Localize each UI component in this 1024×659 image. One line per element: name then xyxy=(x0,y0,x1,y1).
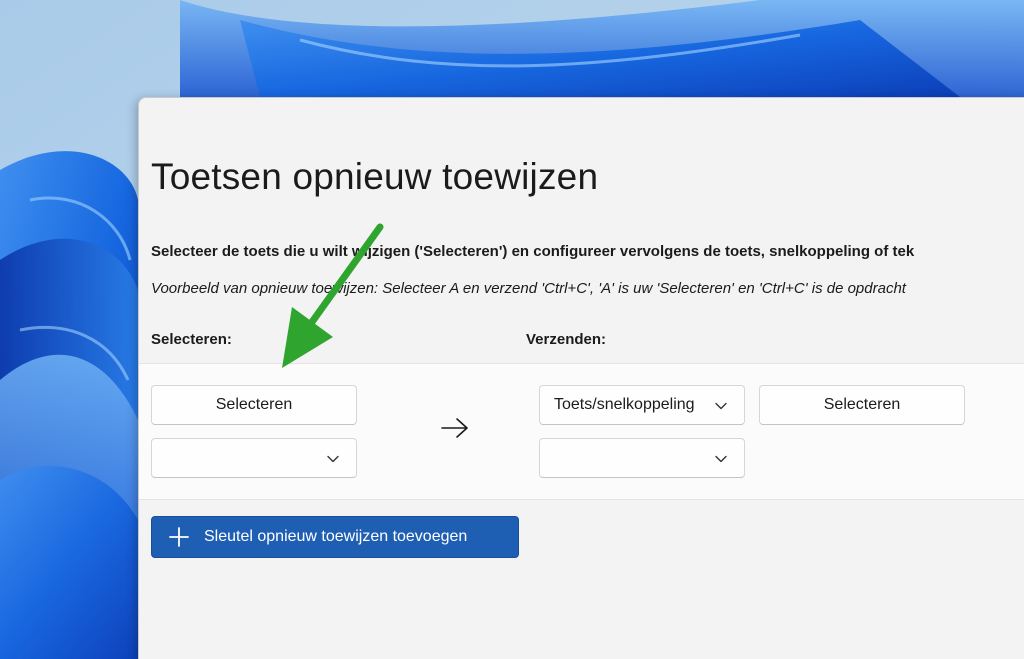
chevron-down-icon xyxy=(715,402,727,410)
example-text: Voorbeeld van opnieuw toewijzen: Selecte… xyxy=(151,280,906,297)
remap-row: Selecteren Toets/snelkoppeling Selectere… xyxy=(139,363,1024,500)
send-select-button[interactable]: Selecteren xyxy=(759,385,965,425)
arrow-right-icon xyxy=(441,418,468,438)
send-select-button-label: Selecteren xyxy=(823,396,901,413)
chevron-down-icon xyxy=(715,455,727,463)
remap-keys-window: Toetsen opnieuw toewijzen Selecteer de t… xyxy=(138,97,1024,659)
select-key-dropdown[interactable] xyxy=(151,438,357,478)
send-key-dropdown[interactable] xyxy=(539,438,745,478)
chevron-down-icon xyxy=(327,455,339,463)
add-remap-button[interactable]: Sleutel opnieuw toewijzen toevoegen xyxy=(151,516,519,558)
select-key-button[interactable]: Selecteren xyxy=(151,385,357,425)
select-column-label: Selecteren: xyxy=(151,331,232,348)
instruction-text: Selecteer de toets die u wilt wijzigen (… xyxy=(151,243,915,260)
send-column-label: Verzenden: xyxy=(526,331,607,348)
page-title: Toetsen opnieuw toewijzen xyxy=(151,156,599,197)
send-type-dropdown[interactable]: Toets/snelkoppeling xyxy=(539,385,745,425)
select-key-button-label: Selecteren xyxy=(215,396,293,413)
add-remap-button-label: Sleutel opnieuw toewijzen toevoegen xyxy=(204,528,468,545)
plus-icon xyxy=(169,527,189,547)
desktop-screen: Toetsen opnieuw toewijzen Selecteer de t… xyxy=(0,0,1024,659)
send-type-dropdown-value: Toets/snelkoppeling xyxy=(554,396,695,413)
